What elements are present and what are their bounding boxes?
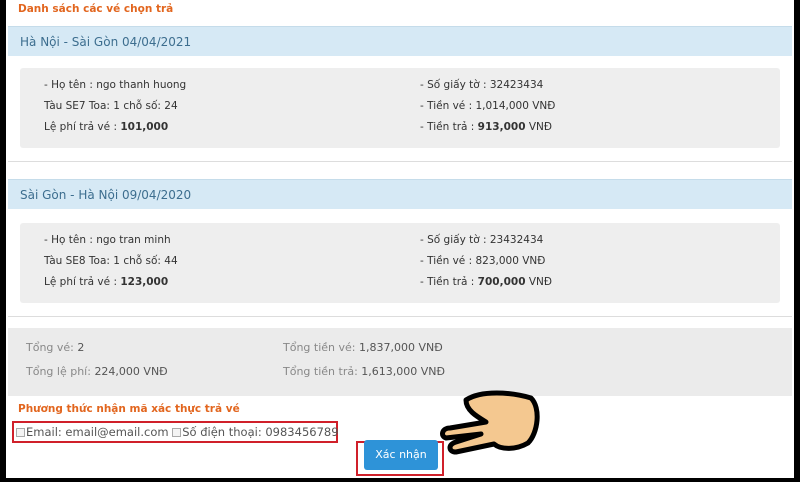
id-number: - Số giấy tờ : 23432434 xyxy=(420,234,544,246)
confirm-button[interactable]: Xác nhận xyxy=(364,440,438,470)
value: 1,837,000 VNĐ xyxy=(359,341,443,354)
total-fees: Tổng lệ phí: 224,000 VNĐ xyxy=(26,365,168,378)
label: Tổng vé: xyxy=(26,341,78,354)
method-title: Phương thức nhận mã xác thực trả vé xyxy=(18,403,240,415)
phone-checkbox[interactable] xyxy=(172,428,182,437)
id-number: - Số giấy tờ : 32423434 xyxy=(420,79,544,91)
ticket-2-card: - Họ tên : ngo tran minh Tàu SE8 Toa: 1 … xyxy=(20,223,780,303)
ticket-1-route: Hà Nội - Sài Gòn 04/04/2021 xyxy=(8,26,792,56)
name: - Họ tên : ngo thanh huong xyxy=(44,79,187,91)
value: 1,613,000 VNĐ xyxy=(361,365,446,378)
total-refund: Tổng tiền trả: 1,613,000 VNĐ xyxy=(283,365,445,378)
ticket-2-route: Sài Gòn - Hà Nội 09/04/2020 xyxy=(8,179,792,209)
email-label[interactable]: Email: email@email.com xyxy=(26,425,169,439)
ticket-1-card: - Họ tên : ngo thanh huong Tàu SE7 Toa: … xyxy=(20,68,780,148)
seat: Tàu SE8 Toa: 1 chỗ số: 44 xyxy=(44,255,178,267)
phone-label[interactable]: Số điện thoại: 0983456789 xyxy=(182,425,338,439)
fee-value: 123,000 xyxy=(120,276,169,288)
total-price: Tổng tiền vé: 1,837,000 VNĐ xyxy=(283,341,443,354)
seat: Tàu SE7 Toa: 1 chỗ số: 24 xyxy=(44,100,178,112)
page: Danh sách các vé chọn trả Hà Nội - Sài G… xyxy=(6,0,794,478)
value: 2 xyxy=(77,341,85,354)
refund-label: - Tiền trả : xyxy=(420,121,478,133)
fee: Lệ phí trả vé : 123,000 xyxy=(44,276,168,288)
label: Tổng lệ phí: xyxy=(26,365,95,378)
label: Tổng tiền vé: xyxy=(283,341,359,354)
total-tickets: Tổng vé: 2 xyxy=(26,341,84,354)
refund: - Tiền trả : 700,000 VNĐ xyxy=(420,276,552,288)
summary: Tổng vé: 2 Tổng lệ phí: 224,000 VNĐ Tổng… xyxy=(8,328,792,396)
price: - Tiền vé : 823,000 VNĐ xyxy=(420,255,546,267)
refund-unit: VNĐ xyxy=(525,121,553,133)
email-checkbox[interactable] xyxy=(16,428,25,437)
refund-unit: VNĐ xyxy=(525,276,553,288)
fee-value: 101,000 xyxy=(120,121,169,133)
fee: Lệ phí trả vé : 101,000 xyxy=(44,121,168,133)
refund-label: - Tiền trả : xyxy=(420,276,478,288)
fee-label: Lệ phí trả vé : xyxy=(44,121,121,133)
pointing-hand-icon xyxy=(440,390,540,455)
value: 224,000 VNĐ xyxy=(94,365,168,378)
name: - Họ tên : ngo tran minh xyxy=(44,234,171,246)
page-title: Danh sách các vé chọn trả xyxy=(18,3,174,15)
fee-label: Lệ phí trả vé : xyxy=(44,276,121,288)
label: Tổng tiền trả: xyxy=(283,365,362,378)
price: - Tiền vé : 1,014,000 VNĐ xyxy=(420,100,556,112)
refund: - Tiền trả : 913,000 VNĐ xyxy=(420,121,552,133)
refund-value: 913,000 xyxy=(477,121,526,133)
method-options: Email: email@email.com Số điện thoại: 09… xyxy=(12,421,339,443)
refund-value: 700,000 xyxy=(477,276,526,288)
